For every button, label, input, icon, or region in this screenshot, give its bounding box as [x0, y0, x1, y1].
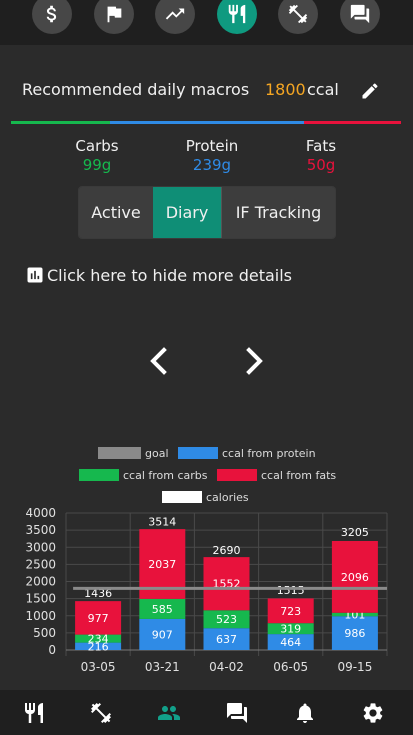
bar-value-label: 2096 [341, 571, 369, 584]
tab-active[interactable]: Active [79, 187, 153, 238]
y-tick-label: 1500 [25, 592, 56, 606]
fats-ratio-bar [304, 121, 401, 124]
protein-summary: Protein 239g [172, 137, 252, 174]
x-tick-label: 06-05 [273, 660, 308, 674]
legend-label: ccal from fats [261, 469, 336, 482]
tab-if-tracking[interactable]: IF Tracking [221, 187, 335, 238]
legend-label: ccal from protein [222, 447, 316, 460]
bar-chart-icon [27, 267, 43, 283]
legend-label: ccal from carbs [123, 469, 208, 482]
view-tabs: Active Diary IF Tracking [78, 186, 336, 239]
y-tick-label: 500 [33, 626, 56, 640]
x-tick-label: 03-21 [145, 660, 180, 674]
calories-label: 3514 [148, 516, 176, 529]
bar-value-label: 523 [216, 613, 237, 626]
calories-label: 2690 [213, 544, 241, 557]
y-tick-label: 1000 [25, 609, 56, 623]
macros-calorie-unit: ccal [307, 80, 339, 99]
carbs-summary: Carbs 99g [60, 137, 134, 174]
legend-swatch [162, 491, 202, 503]
legend-swatch [79, 469, 119, 481]
fats-label: Fats [305, 137, 337, 155]
calorie-chart: goal ccal from protein ccal from carbs ccal… [25, 447, 388, 674]
bar-value-label: 2037 [148, 558, 176, 571]
fork-knife-icon[interactable] [217, 0, 257, 34]
chat-icon[interactable] [224, 700, 250, 726]
dollar-icon[interactable] [32, 0, 72, 34]
carbs-label: Carbs [75, 137, 119, 155]
y-tick-label: 2000 [25, 575, 56, 589]
carbs-value: 99g [82, 156, 112, 174]
gear-icon[interactable] [360, 700, 386, 726]
macros-title: Recommended daily macros [22, 80, 250, 99]
legend-swatch [217, 469, 257, 481]
bar-value-label: 723 [280, 605, 301, 618]
protein-label: Protein [185, 137, 239, 155]
macros-calorie-value: 1800 [265, 80, 306, 99]
next-arrow-icon[interactable] [245, 347, 265, 375]
y-tick-label: 0 [48, 643, 56, 657]
fork-knife-icon[interactable] [21, 700, 47, 726]
y-tick-label: 4000 [25, 506, 56, 520]
chat-icon[interactable] [340, 0, 380, 34]
x-tick-label: 09-15 [337, 660, 372, 674]
bar-value-label: 464 [280, 636, 301, 649]
tab-diary[interactable]: Diary [153, 187, 221, 238]
previous-arrow-icon[interactable] [148, 347, 168, 375]
x-tick-label: 04-02 [209, 660, 244, 674]
y-tick-label: 3500 [25, 523, 56, 537]
fats-value: 50g [306, 156, 336, 174]
hide-details-label: Click here to hide more details [47, 265, 293, 285]
people-icon[interactable] [156, 700, 182, 726]
carbs-ratio-bar [11, 121, 110, 124]
x-tick-label: 03-05 [81, 660, 116, 674]
top-nav-bar [0, 0, 413, 45]
protein-ratio-bar [110, 121, 304, 124]
flag-icon[interactable] [94, 0, 134, 34]
bar-value-label: 907 [152, 628, 173, 641]
dumbbell-icon[interactable] [88, 700, 114, 726]
bar-value-label: 977 [88, 612, 109, 625]
protein-value: 239g [192, 156, 232, 174]
bar-value-label: 986 [344, 627, 365, 640]
edit-icon[interactable] [360, 81, 380, 101]
recommended-macros-row: Recommended daily macros 1800 ccal [22, 79, 392, 103]
calories-label: 1515 [277, 584, 305, 597]
calories-label: 3205 [341, 526, 369, 539]
fats-summary: Fats 50g [293, 137, 349, 174]
y-tick-label: 2500 [25, 557, 56, 571]
dumbbell-icon[interactable] [278, 0, 318, 34]
bar-value-label: 319 [280, 623, 301, 636]
trend-up-icon[interactable] [155, 0, 195, 34]
legend-swatch [98, 447, 141, 459]
bell-icon[interactable] [292, 700, 318, 726]
legend-label: calories [206, 491, 249, 504]
hide-details-link[interactable]: Click here to hide more details [25, 263, 292, 287]
bar-value-label: 585 [152, 603, 173, 616]
y-tick-label: 3000 [25, 540, 56, 554]
bottom-nav-bar [0, 690, 413, 735]
bar-value-label: 637 [216, 633, 237, 646]
legend-label: goal [145, 447, 169, 460]
legend-swatch [178, 447, 218, 459]
